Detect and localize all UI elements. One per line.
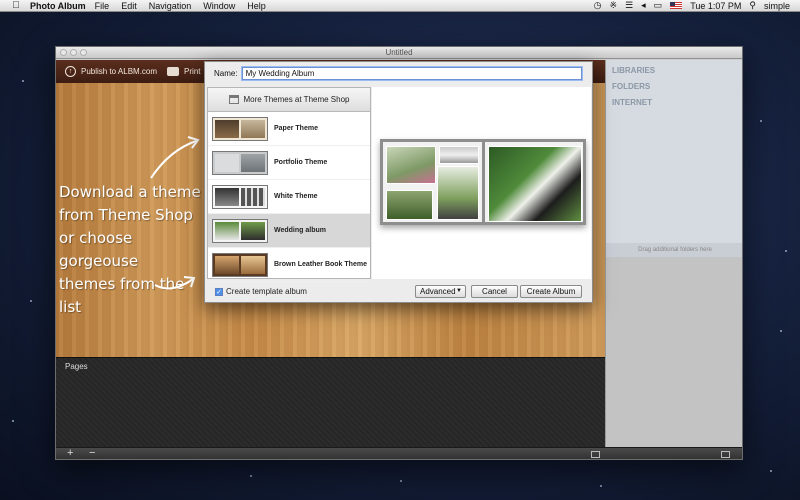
name-row: Name: — [214, 67, 582, 80]
theme-name: Brown Leather Book Theme — [274, 261, 367, 268]
add-page-button[interactable]: + — [67, 447, 73, 459]
sidebar-section-libraries[interactable]: LIBRARIES — [612, 66, 742, 76]
hint-line: list — [59, 298, 82, 316]
menu-file[interactable]: File — [95, 1, 110, 11]
theme-thumbnail — [212, 218, 268, 243]
theme-thumbnail — [212, 184, 268, 209]
publish-button[interactable]: ↑ Publish to ALBM.com — [65, 66, 157, 77]
menu-navigation[interactable]: Navigation — [149, 1, 192, 11]
menubar-user[interactable]: simple — [764, 1, 790, 11]
pages-label: Pages — [65, 362, 88, 371]
toggle-view-icon[interactable] — [591, 451, 600, 458]
more-themes-label: More Themes at Theme Shop — [243, 95, 350, 104]
remove-page-button[interactable]: − — [89, 447, 95, 459]
flag-icon[interactable] — [670, 2, 683, 9]
chevron-down-icon: ▼ — [456, 288, 462, 294]
hint-line: from Theme Shop — [59, 206, 193, 224]
preview-photo — [439, 146, 479, 164]
create-album-button[interactable]: Create Album — [520, 285, 582, 298]
preview-photo — [386, 190, 433, 220]
theme-hint-text: Download a theme from Theme Shop or choo… — [56, 181, 206, 319]
print-label: Print — [184, 67, 201, 76]
sidebar-media-browser — [606, 257, 742, 447]
cancel-button[interactable]: Cancel — [471, 285, 518, 298]
upload-icon: ↑ — [65, 66, 76, 77]
zoom-button[interactable] — [80, 49, 87, 56]
window-titlebar[interactable]: Untitled — [56, 47, 742, 59]
theme-item-wedding[interactable]: Wedding album — [208, 214, 370, 248]
theme-name: Paper Theme — [274, 125, 318, 132]
theme-thumbnail — [212, 116, 268, 141]
battery-icon[interactable]: ▭ — [654, 0, 663, 11]
slideshow-icon[interactable] — [721, 451, 730, 458]
create-template-checkbox[interactable]: ✓ — [215, 287, 223, 296]
theme-thumbnail — [212, 252, 268, 277]
theme-item-paper[interactable]: Paper Theme — [208, 112, 370, 146]
theme-preview — [372, 87, 591, 279]
pages-panel: Pages — [56, 357, 605, 447]
menubar:  Photo Album File Edit Navigation Windo… — [0, 0, 800, 12]
theme-item-brown-leather[interactable]: Brown Leather Book Theme — [208, 248, 370, 282]
menu-window[interactable]: Window — [203, 1, 235, 11]
album-name-input[interactable] — [241, 67, 582, 80]
publish-label: Publish to ALBM.com — [81, 67, 158, 76]
advanced-dropdown[interactable]: Advanced ▼ — [415, 285, 466, 298]
print-button[interactable]: Print — [167, 67, 201, 76]
bottom-bar: + − — [56, 447, 742, 459]
preview-right-page — [484, 142, 583, 222]
create-template-label: Create template album — [226, 287, 307, 296]
window-title: Untitled — [385, 48, 413, 57]
search-icon[interactable]: ⚲ — [749, 0, 756, 11]
menubar-clock[interactable]: Tue 1:07 PM — [690, 1, 741, 11]
advanced-label: Advanced — [420, 287, 456, 296]
preview-photo — [386, 146, 436, 184]
theme-item-white[interactable]: White Theme — [208, 180, 370, 214]
menubar-status-area: ◷ ※ ☰ ◂ ▭ Tue 1:07 PM ⚲ simple — [594, 0, 790, 11]
shop-icon — [228, 95, 239, 104]
volume-icon[interactable]: ◂ — [641, 0, 646, 11]
preview-left-page — [383, 142, 482, 222]
apple-icon[interactable]:  — [9, 0, 23, 11]
time-machine-icon[interactable]: ◷ — [594, 0, 602, 11]
wifi-icon[interactable]: ☰ — [625, 0, 633, 11]
printer-icon — [167, 67, 180, 76]
theme-item-portfolio[interactable]: Portfolio Theme — [208, 146, 370, 180]
curved-arrow-right-icon — [154, 276, 196, 290]
album-preview-spread — [380, 139, 586, 225]
new-album-dialog: Name: More Themes at Theme Shop Paper Th… — [204, 61, 593, 303]
close-button[interactable] — [60, 49, 67, 56]
sidebar-section-internet[interactable]: INTERNET — [612, 98, 742, 108]
curved-arrow-up-icon — [150, 136, 200, 179]
theme-name: White Theme — [274, 193, 318, 200]
sidebar-section-folders[interactable]: FOLDERS — [612, 82, 742, 92]
minimize-button[interactable] — [70, 49, 77, 56]
preview-photo — [487, 146, 582, 222]
menu-help[interactable]: Help — [247, 1, 266, 11]
theme-thumbnail — [212, 150, 268, 175]
menu-edit[interactable]: Edit — [121, 1, 137, 11]
preview-photo — [437, 166, 479, 220]
more-themes-button[interactable]: More Themes at Theme Shop — [208, 88, 370, 112]
menu-app-name[interactable]: Photo Album — [30, 1, 86, 11]
name-label: Name: — [214, 69, 238, 78]
theme-name: Portfolio Theme — [274, 159, 328, 166]
theme-list: More Themes at Theme Shop Paper Theme Po… — [207, 87, 371, 282]
source-sidebar: LIBRARIES FOLDERS INTERNET Drag addition… — [605, 60, 742, 447]
window-controls — [60, 49, 87, 56]
theme-name: Wedding album — [274, 227, 326, 234]
hint-line: Download a theme — [59, 183, 201, 201]
bluetooth-icon[interactable]: ※ — [610, 0, 618, 11]
folder-drop-zone[interactable]: Drag additional folders here — [606, 243, 742, 257]
create-template-option[interactable]: ✓ Create template album — [215, 287, 307, 296]
